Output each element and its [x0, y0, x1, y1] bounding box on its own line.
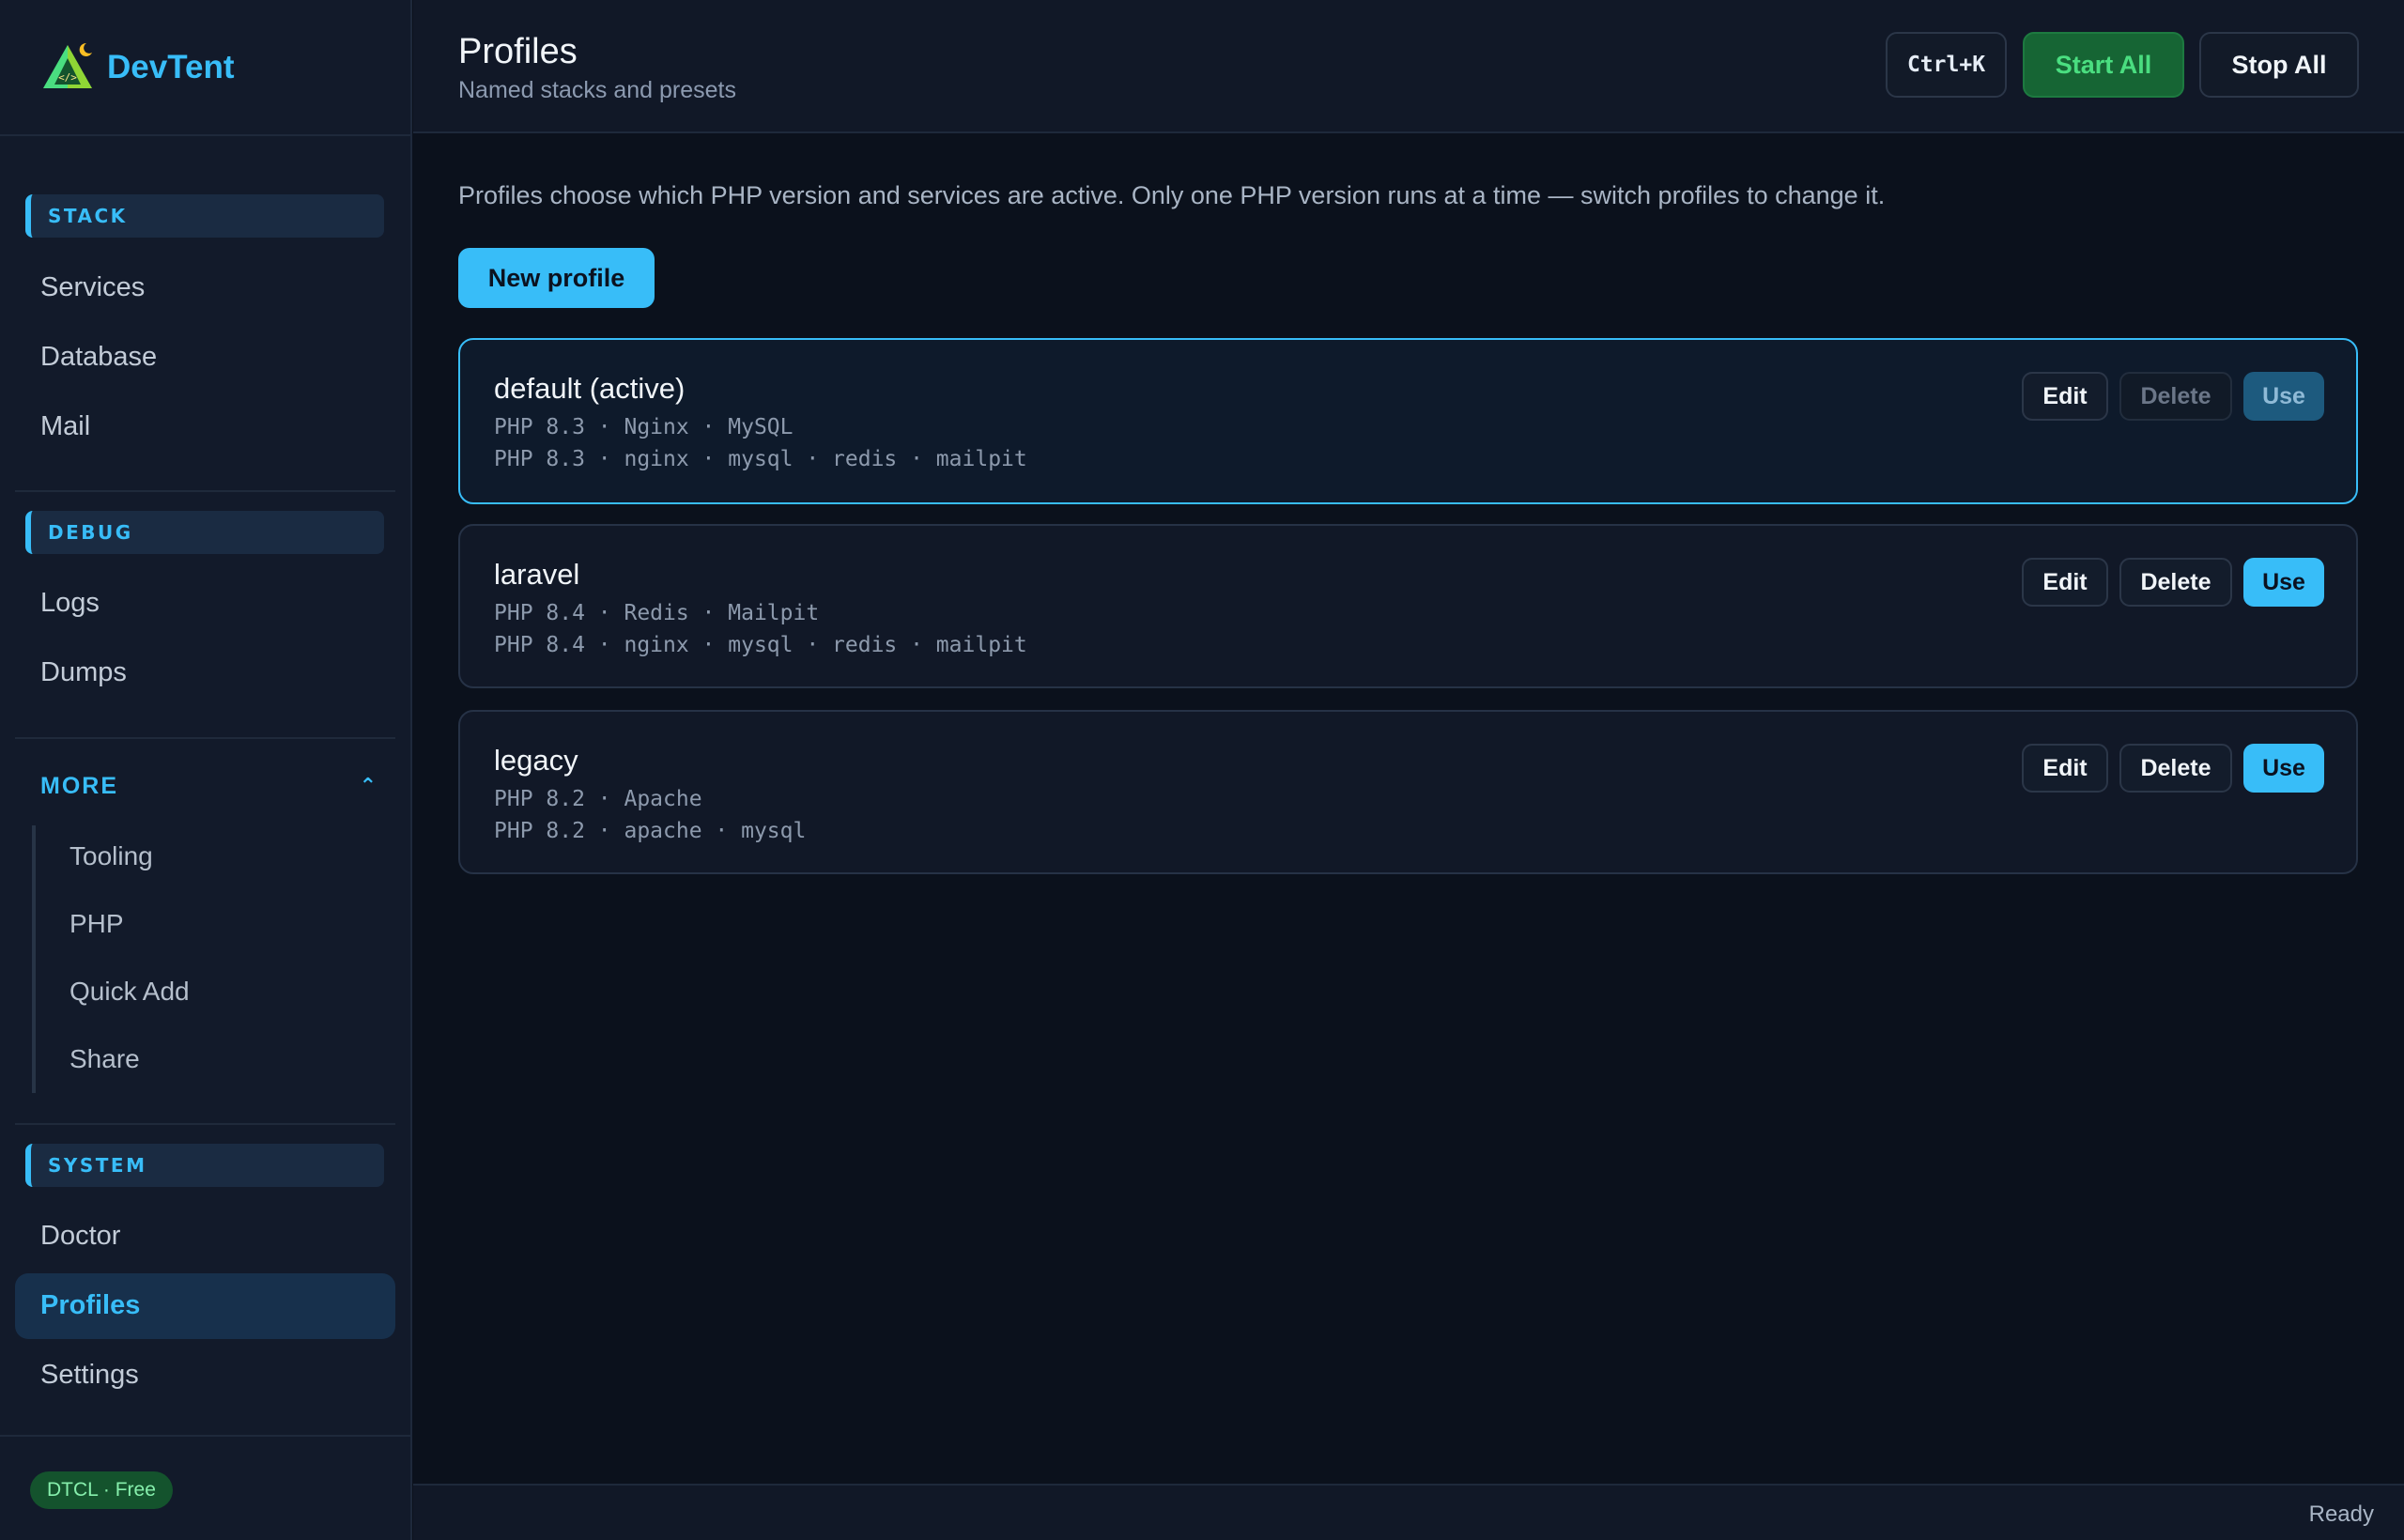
more-section-toggle[interactable]: MORE ⌃ — [40, 765, 378, 807]
sidebar-divider — [15, 737, 395, 739]
sidebar-item-dumps[interactable]: Dumps — [40, 652, 127, 693]
delete-profile-button[interactable]: Delete — [2119, 558, 2232, 607]
profile-card-legacy: legacy PHP 8.2 · Apache PHP 8.2 · apache… — [458, 710, 2358, 874]
profile-name: default (active) — [494, 372, 686, 405]
profile-summary: PHP 8.4 · Redis · Mailpit — [494, 601, 820, 625]
use-profile-button[interactable]: Use — [2243, 744, 2324, 793]
sidebar-item-share[interactable]: Share — [69, 1039, 140, 1080]
edit-profile-button[interactable]: Edit — [2022, 558, 2108, 607]
sidebar-item-quick-add[interactable]: Quick Add — [69, 971, 190, 1012]
use-profile-button[interactable]: Use — [2243, 558, 2324, 607]
profile-summary: PHP 8.2 · Apache — [494, 787, 702, 811]
sidebar-item-profiles[interactable]: Profiles — [40, 1285, 140, 1326]
new-profile-button[interactable]: New profile — [458, 248, 655, 308]
section-label-debug: DEBUG — [25, 511, 384, 554]
profile-name: laravel — [494, 558, 580, 591]
sidebar-item-database[interactable]: Database — [40, 336, 157, 377]
status-bar: Ready — [413, 1484, 2404, 1540]
sidebar-item-php[interactable]: PHP — [69, 903, 124, 945]
intro-text: Profiles choose which PHP version and se… — [458, 181, 1886, 209]
tent-code-logo-icon: </> — [43, 42, 92, 88]
sidebar-divider — [15, 490, 395, 492]
profile-services: PHP 8.4 · nginx · mysql · redis · mailpi… — [494, 633, 1027, 657]
section-label-more: MORE — [40, 772, 118, 799]
profile-card-default: default (active) PHP 8.3 · Nginx · MySQL… — [458, 338, 2358, 504]
command-palette-button[interactable]: Ctrl+K — [1886, 32, 2007, 98]
app-name: DevTent — [107, 48, 235, 85]
svg-text:</>: </> — [58, 71, 77, 84]
profile-services: PHP 8.2 · apache · mysql — [494, 819, 807, 843]
profile-card-laravel: laravel PHP 8.4 · Redis · Mailpit PHP 8.… — [458, 524, 2358, 688]
edit-profile-button[interactable]: Edit — [2022, 372, 2108, 421]
plan-badge: DTCL · Free — [30, 1471, 173, 1509]
sidebar: </> DevTent STACK Services Database Mail… — [0, 0, 412, 1540]
profile-name: legacy — [494, 744, 578, 777]
start-all-button[interactable]: Start All — [2023, 32, 2184, 98]
page-title: Profiles — [458, 32, 578, 71]
section-label-system: SYSTEM — [25, 1144, 384, 1187]
sidebar-item-logs[interactable]: Logs — [40, 582, 100, 624]
stop-all-button[interactable]: Stop All — [2199, 32, 2359, 98]
sidebar-footer-divider — [0, 1435, 412, 1437]
profile-summary: PHP 8.3 · Nginx · MySQL — [494, 415, 794, 439]
header: Profiles Named stacks and presets Ctrl+K… — [413, 0, 2404, 133]
sidebar-item-settings[interactable]: Settings — [40, 1354, 139, 1395]
sidebar-item-services[interactable]: Services — [40, 267, 145, 308]
section-label-stack: STACK — [25, 194, 384, 238]
sidebar-item-doctor[interactable]: Doctor — [40, 1215, 120, 1256]
chevron-up-icon: ⌃ — [359, 774, 378, 797]
page-subtitle: Named stacks and presets — [458, 77, 736, 103]
status-text: Ready — [2308, 1502, 2374, 1527]
edit-profile-button[interactable]: Edit — [2022, 744, 2108, 793]
sidebar-item-mail[interactable]: Mail — [40, 406, 90, 447]
sidebar-item-tooling[interactable]: Tooling — [69, 836, 153, 877]
delete-profile-button[interactable]: Delete — [2119, 744, 2232, 793]
submenu-rail — [32, 825, 36, 1093]
brand: </> DevTent — [0, 0, 410, 136]
profile-services: PHP 8.3 · nginx · mysql · redis · mailpi… — [494, 447, 1027, 471]
sidebar-divider — [15, 1123, 395, 1125]
use-profile-button[interactable]: Use — [2243, 372, 2324, 421]
delete-profile-button[interactable]: Delete — [2119, 372, 2232, 421]
